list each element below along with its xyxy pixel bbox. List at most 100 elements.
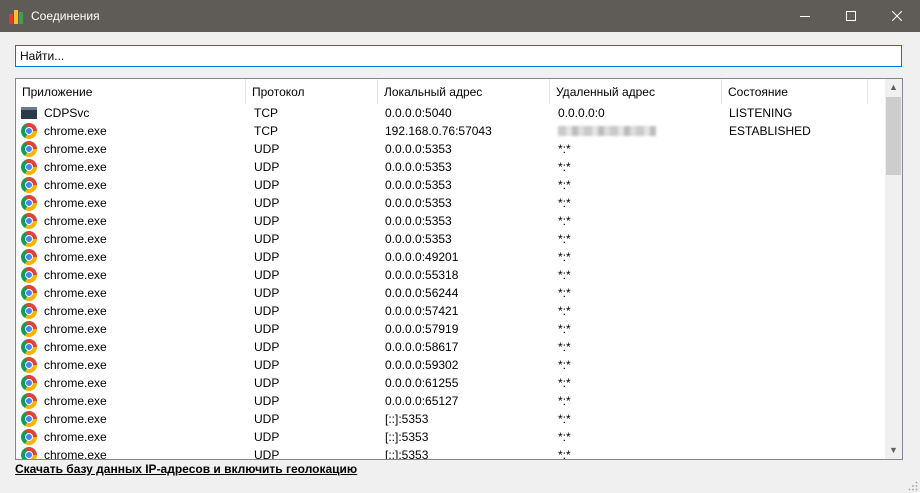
table-row[interactable]: chrome.exe UDP [::]:5353 *:* bbox=[16, 410, 886, 428]
app-name-cell: chrome.exe bbox=[44, 196, 107, 210]
table-row[interactable]: chrome.exe TCP 192.168.0.76:57043 ESTABLISH… bbox=[16, 122, 886, 140]
protocol-cell: UDP bbox=[254, 304, 280, 318]
column-header-local-address[interactable]: Локальный адрес bbox=[378, 79, 550, 104]
local-address-cell: 0.0.0.0:5040 bbox=[385, 106, 452, 120]
column-header-protocol[interactable]: Протокол bbox=[246, 79, 378, 104]
app-name-cell: chrome.exe bbox=[44, 448, 107, 460]
maximize-button[interactable] bbox=[828, 0, 874, 32]
close-icon bbox=[892, 11, 902, 21]
protocol-cell: UDP bbox=[254, 286, 280, 300]
table-row[interactable]: chrome.exe UDP 0.0.0.0:57421 *:* bbox=[16, 302, 886, 320]
protocol-cell: UDP bbox=[254, 448, 280, 460]
table-row[interactable]: chrome.exe UDP 0.0.0.0:5353 *:* bbox=[16, 140, 886, 158]
table-row[interactable]: chrome.exe UDP 0.0.0.0:5353 *:* bbox=[16, 212, 886, 230]
local-address-cell: 0.0.0.0:59302 bbox=[385, 358, 459, 372]
table-row[interactable]: chrome.exe UDP [::]:5353 *:* bbox=[16, 428, 886, 446]
table-row[interactable]: chrome.exe UDP 0.0.0.0:49201 *:* bbox=[16, 248, 886, 266]
service-icon bbox=[21, 107, 37, 119]
protocol-cell: UDP bbox=[254, 322, 280, 336]
remote-address-cell: *:* bbox=[558, 286, 571, 300]
table-row[interactable]: chrome.exe UDP 0.0.0.0:61255 *:* bbox=[16, 374, 886, 392]
protocol-cell: UDP bbox=[254, 160, 280, 174]
protocol-cell: UDP bbox=[254, 376, 280, 390]
table-row[interactable]: chrome.exe UDP 0.0.0.0:5353 *:* bbox=[16, 230, 886, 248]
protocol-cell: UDP bbox=[254, 412, 280, 426]
protocol-cell: TCP bbox=[254, 106, 278, 120]
vertical-scrollbar[interactable]: ▲ ▼ bbox=[885, 79, 902, 459]
app-name-cell: chrome.exe bbox=[44, 394, 107, 408]
app-name-cell: chrome.exe bbox=[44, 214, 107, 228]
table-row[interactable]: chrome.exe UDP [::]:5353 *:* bbox=[16, 446, 886, 460]
remote-address-cell bbox=[558, 122, 656, 140]
redacted-address bbox=[558, 126, 656, 136]
chrome-icon bbox=[21, 159, 37, 175]
table-row[interactable]: chrome.exe UDP 0.0.0.0:58617 *:* bbox=[16, 338, 886, 356]
protocol-cell: UDP bbox=[254, 430, 280, 444]
table-row[interactable]: chrome.exe UDP 0.0.0.0:65127 *:* bbox=[16, 392, 886, 410]
table-row[interactable]: chrome.exe UDP 0.0.0.0:5353 *:* bbox=[16, 194, 886, 212]
table-row[interactable]: chrome.exe UDP 0.0.0.0:5353 *:* bbox=[16, 176, 886, 194]
table-row[interactable]: chrome.exe UDP 0.0.0.0:5353 *:* bbox=[16, 158, 886, 176]
protocol-cell: TCP bbox=[254, 124, 278, 138]
remote-address-cell: *:* bbox=[558, 304, 571, 318]
app-name-cell: chrome.exe bbox=[44, 178, 107, 192]
local-address-cell: 0.0.0.0:5353 bbox=[385, 232, 452, 246]
app-name-cell: chrome.exe bbox=[44, 430, 107, 444]
chrome-icon bbox=[21, 393, 37, 409]
protocol-cell: UDP bbox=[254, 250, 280, 264]
app-name-cell: chrome.exe bbox=[44, 322, 107, 336]
chrome-icon bbox=[21, 213, 37, 229]
app-name-cell: chrome.exe bbox=[44, 268, 107, 282]
scroll-down-arrow-icon[interactable]: ▼ bbox=[885, 442, 902, 459]
app-name-cell: CDPSvc bbox=[44, 106, 90, 120]
local-address-cell: 0.0.0.0:61255 bbox=[385, 376, 459, 390]
chrome-icon bbox=[21, 177, 37, 193]
title-bar[interactable]: Соединения bbox=[0, 0, 920, 32]
table-row[interactable]: CDPSvc TCP 0.0.0.0:5040 0.0.0.0:0 LISTENING bbox=[16, 104, 886, 122]
chrome-icon bbox=[21, 339, 37, 355]
table-row[interactable]: chrome.exe UDP 0.0.0.0:56244 *:* bbox=[16, 284, 886, 302]
protocol-cell: UDP bbox=[254, 394, 280, 408]
local-address-cell: 192.168.0.76:57043 bbox=[385, 124, 492, 138]
remote-address-cell: *:* bbox=[558, 430, 571, 444]
app-name-cell: chrome.exe bbox=[44, 286, 107, 300]
table-row[interactable]: chrome.exe UDP 0.0.0.0:55318 *:* bbox=[16, 266, 886, 284]
download-geolocation-link[interactable]: Скачать базу данных IP-адресов и включит… bbox=[15, 462, 357, 476]
local-address-cell: [::]:5353 bbox=[385, 412, 429, 426]
local-address-cell: 0.0.0.0:5353 bbox=[385, 214, 452, 228]
resize-grip-icon[interactable] bbox=[908, 481, 918, 491]
protocol-cell: UDP bbox=[254, 178, 280, 192]
remote-address-cell: *:* bbox=[558, 340, 571, 354]
search-input[interactable] bbox=[16, 46, 901, 66]
table-row[interactable]: chrome.exe UDP 0.0.0.0:57919 *:* bbox=[16, 320, 886, 338]
column-header-state[interactable]: Состояние bbox=[722, 79, 868, 104]
list-rows: CDPSvc TCP 0.0.0.0:5040 0.0.0.0:0 LISTENING c… bbox=[16, 104, 886, 460]
protocol-cell: UDP bbox=[254, 268, 280, 282]
app-name-cell: chrome.exe bbox=[44, 250, 107, 264]
connections-window: Соединения Приложение Протокол Локальный… bbox=[0, 0, 920, 493]
chrome-icon bbox=[21, 321, 37, 337]
protocol-cell: UDP bbox=[254, 142, 280, 156]
remote-address-cell: *:* bbox=[558, 412, 571, 426]
remote-address-cell: *:* bbox=[558, 214, 571, 228]
chrome-icon bbox=[21, 357, 37, 373]
remote-address-cell: *:* bbox=[558, 232, 571, 246]
connections-list[interactable]: Приложение Протокол Локальный адрес Удал… bbox=[15, 78, 903, 460]
remote-address-cell: *:* bbox=[558, 448, 571, 460]
chrome-icon bbox=[21, 231, 37, 247]
chrome-icon bbox=[21, 429, 37, 445]
search-box[interactable] bbox=[15, 45, 902, 67]
scrollbar-thumb[interactable] bbox=[886, 97, 901, 175]
app-name-cell: chrome.exe bbox=[44, 232, 107, 246]
local-address-cell: [::]:5353 bbox=[385, 430, 429, 444]
remote-address-cell: *:* bbox=[558, 376, 571, 390]
table-row[interactable]: chrome.exe UDP 0.0.0.0:59302 *:* bbox=[16, 356, 886, 374]
remote-address-cell: *:* bbox=[558, 394, 571, 408]
scroll-up-arrow-icon[interactable]: ▲ bbox=[885, 79, 902, 96]
column-header-app[interactable]: Приложение bbox=[16, 79, 246, 104]
column-header-remote-address[interactable]: Удаленный адрес bbox=[550, 79, 722, 104]
app-name-cell: chrome.exe bbox=[44, 304, 107, 318]
chrome-icon bbox=[21, 123, 37, 139]
close-button[interactable] bbox=[874, 0, 920, 32]
minimize-button[interactable] bbox=[782, 0, 828, 32]
